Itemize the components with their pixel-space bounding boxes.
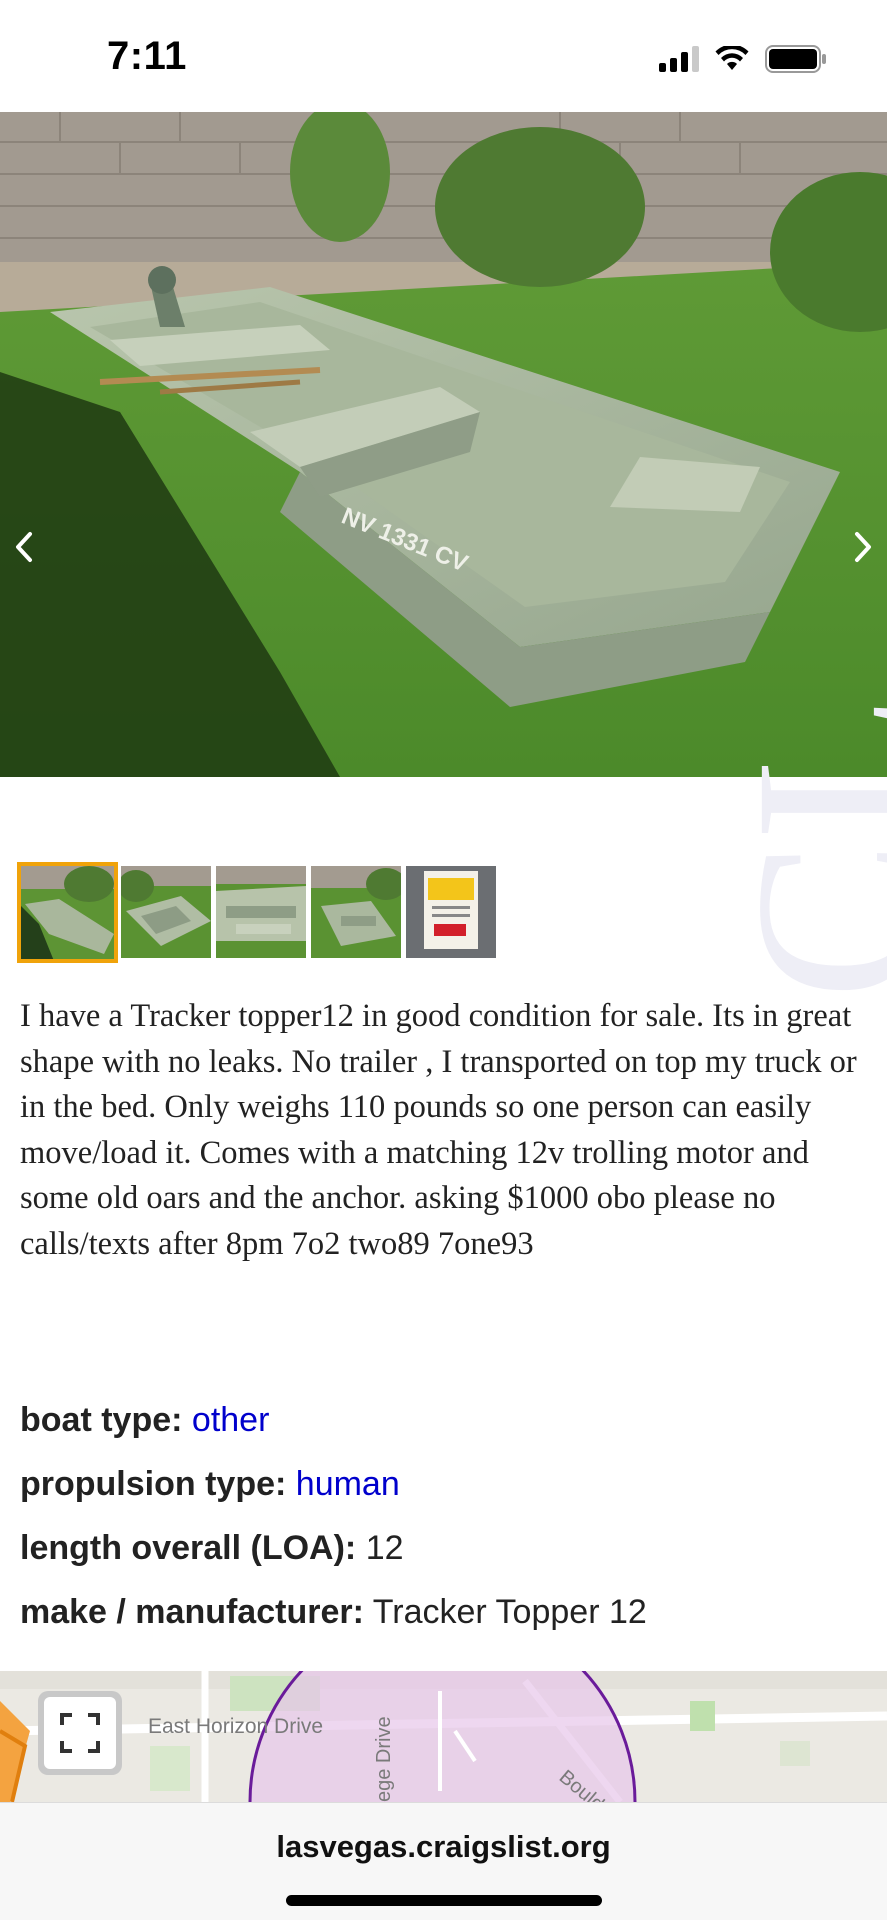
- thumbnail-5[interactable]: [406, 866, 496, 958]
- status-time: 7:11: [107, 34, 187, 78]
- thumbnail-2[interactable]: [121, 866, 211, 958]
- wifi-icon: [715, 46, 749, 70]
- thumbnail-strip: [17, 862, 496, 963]
- status-bar: 7:11: [0, 0, 887, 112]
- attribute-value: 12: [365, 1529, 404, 1567]
- cellular-signal-icon: [659, 46, 699, 72]
- map-tiles: East Horizon Drive ege Drive Bould: [0, 1671, 887, 1802]
- chevron-left-icon: [16, 532, 32, 562]
- attribute-label: make / manufacturer:: [20, 1593, 364, 1631]
- url-text[interactable]: lasvegas.craigslist.org: [0, 1829, 887, 1865]
- attribute-label: length overall (LOA):: [20, 1529, 357, 1567]
- location-map[interactable]: East Horizon Drive ege Drive Bould: [0, 1671, 887, 1802]
- attribute-boat-type: boat type: other: [20, 1388, 870, 1452]
- posting-body: I have a Tracker topper12 in good condit…: [20, 998, 857, 1262]
- previous-image-button[interactable]: [4, 522, 44, 572]
- attribute-label: propulsion type:: [20, 1465, 287, 1503]
- thumbnail-3[interactable]: [216, 866, 306, 958]
- map-street-label: East Horizon Drive: [148, 1715, 323, 1738]
- battery-icon: [765, 45, 826, 73]
- attribute-label: boat type:: [20, 1401, 183, 1439]
- boat-photo: NV 1331 CV: [0, 112, 887, 777]
- thumbnail-4[interactable]: [311, 866, 401, 958]
- attribute-value: Tracker Topper 12: [372, 1593, 647, 1631]
- map-street-label: ege Drive: [373, 1716, 395, 1802]
- attribute-propulsion-type: propulsion type: human: [20, 1452, 870, 1516]
- browser-url-bar[interactable]: lasvegas.craigslist.org: [0, 1802, 887, 1920]
- attribute-group: boat type: other propulsion type: human …: [20, 1388, 870, 1644]
- home-indicator[interactable]: [286, 1895, 602, 1906]
- attribute-make-manufacturer: make / manufacturer: Tracker Topper 12: [20, 1580, 870, 1644]
- chevron-right-icon: [855, 532, 871, 562]
- attribute-link-boat-type[interactable]: other: [192, 1401, 270, 1439]
- fullscreen-icon: [60, 1713, 100, 1753]
- attribute-length-overall: length overall (LOA): 12: [20, 1516, 870, 1580]
- map-fullscreen-button[interactable]: [38, 1691, 122, 1775]
- main-listing-photo[interactable]: NV 1331 CV: [0, 112, 887, 777]
- attribute-link-propulsion-type[interactable]: human: [296, 1465, 400, 1503]
- thumbnail-1[interactable]: [17, 862, 118, 963]
- next-image-button[interactable]: [843, 522, 883, 572]
- status-icons: [659, 44, 827, 74]
